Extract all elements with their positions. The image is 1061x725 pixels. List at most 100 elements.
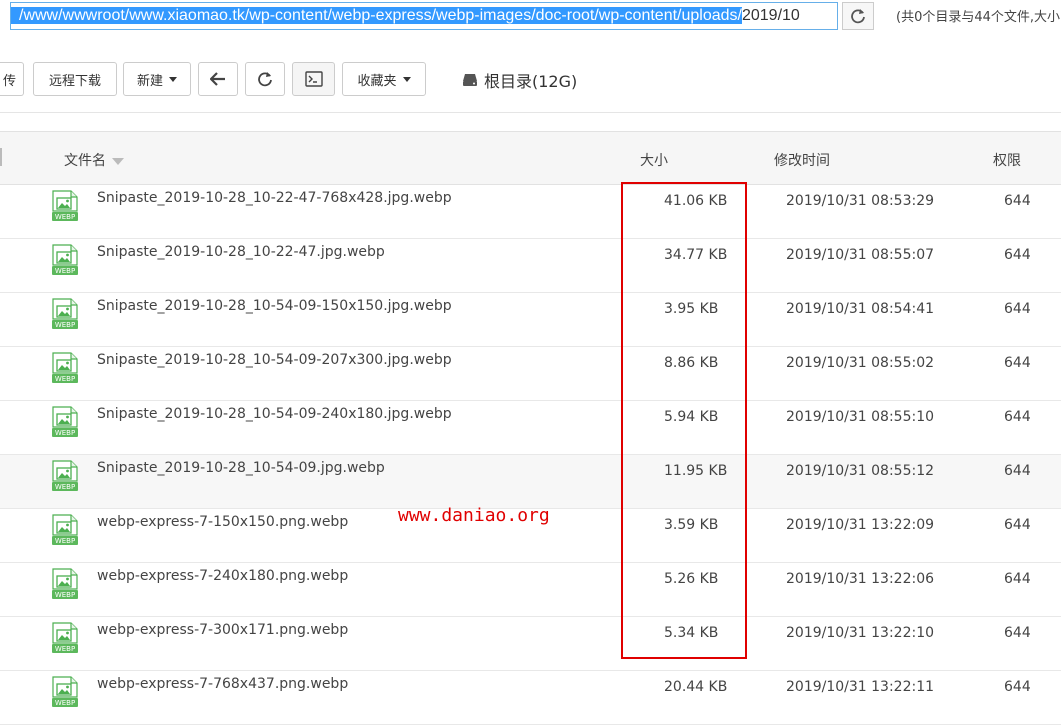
- root-directory-link[interactable]: 根目录(12G): [462, 68, 577, 92]
- webp-icon-label: WEBP: [55, 537, 75, 545]
- webp-file-icon: WEBP: [52, 568, 78, 599]
- file-permission[interactable]: 644: [1004, 679, 1031, 695]
- file-size: 5.94 KB: [664, 409, 719, 425]
- file-permission[interactable]: 644: [1004, 301, 1031, 317]
- terminal-icon: [304, 71, 323, 87]
- webp-icon-label: WEBP: [55, 483, 75, 491]
- remote-download-button[interactable]: 远程下载: [33, 62, 117, 96]
- webp-file-icon: WEBP: [52, 298, 78, 329]
- file-name[interactable]: Snipaste_2019-10-28_10-54-09-150x150.jpg…: [97, 298, 452, 314]
- file-mtime: 2019/10/31 13:22:11: [786, 679, 935, 695]
- file-name[interactable]: Snipaste_2019-10-28_10-54-09.jpg.webp: [97, 460, 385, 476]
- table-row[interactable]: WEBP Snipaste_2019-10-28_10-22-47-768x42…: [0, 185, 1061, 239]
- webp-icon-label: WEBP: [55, 429, 75, 437]
- root-directory-label: 根目录(12G): [484, 72, 578, 91]
- file-mtime: 2019/10/31 08:54:41: [786, 301, 935, 317]
- file-name[interactable]: webp-express-7-150x150.png.webp: [97, 514, 348, 530]
- webp-icon-label: WEBP: [55, 375, 75, 383]
- column-header-size[interactable]: 大小: [640, 150, 668, 170]
- file-size: 34.77 KB: [664, 247, 728, 263]
- webp-file-icon: WEBP: [52, 190, 78, 221]
- webp-icon-label: WEBP: [55, 699, 75, 707]
- column-header-filename[interactable]: 文件名: [64, 150, 124, 170]
- file-table-header: 文件名 大小 修改时间 权限: [0, 131, 1061, 185]
- file-name[interactable]: webp-express-7-300x171.png.webp: [97, 622, 348, 638]
- column-header-mtime[interactable]: 修改时间: [774, 150, 830, 170]
- terminal-button[interactable]: [292, 62, 335, 96]
- path-input[interactable]: /www/wwwroot/www.xiaomao.tk/wp-content/w…: [10, 2, 838, 30]
- file-permission[interactable]: 644: [1004, 409, 1031, 425]
- file-mtime: 2019/10/31 13:22:09: [786, 517, 935, 533]
- file-permission[interactable]: 644: [1004, 517, 1031, 533]
- watermark-text: www.daniao.org: [398, 505, 550, 526]
- refresh-icon: [851, 9, 865, 24]
- file-mtime: 2019/10/31 08:55:07: [786, 247, 935, 263]
- file-permission[interactable]: 644: [1004, 247, 1031, 263]
- file-permission[interactable]: 644: [1004, 355, 1031, 371]
- refresh-button[interactable]: [245, 62, 285, 96]
- arrow-left-icon: [210, 72, 225, 86]
- file-name[interactable]: Snipaste_2019-10-28_10-54-09-240x180.jpg…: [97, 406, 452, 422]
- webp-file-icon: WEBP: [52, 514, 78, 545]
- webp-file-icon: WEBP: [52, 352, 78, 383]
- table-row[interactable]: WEBP webp-express-7-300x171.png.webp 5.34…: [0, 617, 1061, 671]
- webp-icon-label: WEBP: [55, 267, 75, 275]
- header-edge: [0, 148, 2, 166]
- file-mtime: 2019/10/31 13:22:10: [786, 625, 935, 641]
- file-mtime: 2019/10/31 08:55:02: [786, 355, 935, 371]
- toolbar-divider: [0, 112, 1061, 113]
- file-mtime: 2019/10/31 08:53:29: [786, 193, 935, 209]
- webp-file-icon: WEBP: [52, 406, 78, 437]
- file-name[interactable]: Snipaste_2019-10-28_10-22-47-768x428.jpg…: [97, 190, 452, 206]
- table-row[interactable]: WEBP webp-express-7-240x180.png.webp 5.26…: [0, 563, 1061, 617]
- directory-summary: (共0个目录与44个文件,大小: [896, 10, 1061, 25]
- path-rest-text: 2019/10: [741, 7, 800, 24]
- webp-file-icon: WEBP: [52, 676, 78, 707]
- webp-icon-label: WEBP: [55, 213, 75, 221]
- file-name[interactable]: Snipaste_2019-10-28_10-54-09-207x300.jpg…: [97, 352, 452, 368]
- file-size: 3.59 KB: [664, 517, 719, 533]
- refresh-icon: [258, 72, 272, 87]
- column-header-perm[interactable]: 权限: [993, 150, 1021, 170]
- table-row[interactable]: WEBP webp-express-7-768x437.png.webp 20.4…: [0, 671, 1061, 725]
- remote-download-label: 远程下载: [48, 73, 101, 89]
- file-mtime: 2019/10/31 08:55:12: [786, 463, 935, 479]
- file-list: WEBP Snipaste_2019-10-28_10-22-47-768x42…: [0, 185, 1061, 725]
- chevron-down-icon: [169, 76, 177, 82]
- table-row[interactable]: WEBP Snipaste_2019-10-28_10-54-09-150x15…: [0, 293, 1061, 347]
- file-mtime: 2019/10/31 08:55:10: [786, 409, 935, 425]
- path-refresh-button[interactable]: [842, 2, 874, 30]
- back-button[interactable]: [198, 62, 238, 96]
- file-name[interactable]: webp-express-7-768x437.png.webp: [97, 676, 348, 692]
- column-header-filename-label: 文件名: [64, 153, 106, 169]
- file-permission[interactable]: 644: [1004, 625, 1031, 641]
- file-name[interactable]: webp-express-7-240x180.png.webp: [97, 568, 348, 584]
- webp-file-icon: WEBP: [52, 460, 78, 491]
- file-name[interactable]: Snipaste_2019-10-28_10-22-47.jpg.webp: [97, 244, 385, 260]
- table-row[interactable]: WEBP Snipaste_2019-10-28_10-54-09-207x30…: [0, 347, 1061, 401]
- file-size: 20.44 KB: [664, 679, 728, 695]
- file-size: 5.34 KB: [664, 625, 719, 641]
- file-size: 8.86 KB: [664, 355, 719, 371]
- table-row[interactable]: WEBP Snipaste_2019-10-28_10-54-09.jpg.we…: [0, 455, 1061, 509]
- file-size: 41.06 KB: [664, 193, 728, 209]
- chevron-down-icon: [402, 76, 411, 82]
- favorites-dropdown-button[interactable]: 收藏夹: [342, 62, 426, 96]
- file-permission[interactable]: 644: [1004, 571, 1031, 587]
- webp-icon-label: WEBP: [55, 321, 75, 329]
- file-size: 3.95 KB: [664, 301, 719, 317]
- upload-button[interactable]: 传: [0, 62, 24, 96]
- new-label: 新建: [136, 73, 163, 89]
- table-row[interactable]: WEBP Snipaste_2019-10-28_10-54-09-240x18…: [0, 401, 1061, 455]
- file-size: 11.95 KB: [664, 463, 728, 479]
- table-row[interactable]: WEBP Snipaste_2019-10-28_10-22-47.jpg.we…: [0, 239, 1061, 293]
- file-permission[interactable]: 644: [1004, 463, 1031, 479]
- file-permission[interactable]: 644: [1004, 193, 1031, 209]
- webp-file-icon: WEBP: [52, 622, 78, 653]
- new-dropdown-button[interactable]: 新建: [123, 62, 191, 96]
- favorites-label: 收藏夹: [357, 73, 397, 89]
- file-size: 5.26 KB: [664, 571, 719, 587]
- webp-file-icon: WEBP: [52, 244, 78, 275]
- upload-button-label: 传: [2, 73, 16, 89]
- path-selected-text: /www/wwwroot/www.xiaomao.tk/wp-content/w…: [11, 7, 742, 24]
